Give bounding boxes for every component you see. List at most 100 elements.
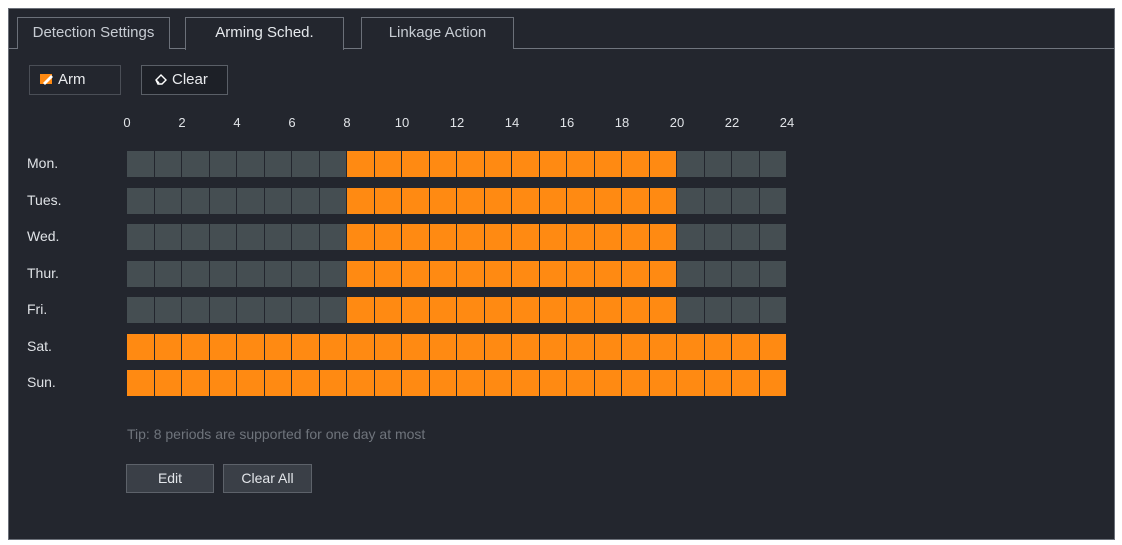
unarmed-hour-cell[interactable]	[237, 151, 264, 177]
clear-tool-button[interactable]: Clear	[141, 65, 228, 95]
unarmed-hour-cell[interactable]	[237, 297, 264, 323]
armed-hour-cell[interactable]	[759, 370, 786, 396]
armed-hour-cell[interactable]	[374, 151, 401, 177]
unarmed-hour-cell[interactable]	[759, 187, 786, 214]
arm-tool-button[interactable]: Arm	[29, 65, 121, 95]
armed-hour-cell[interactable]	[457, 224, 484, 250]
tab-linkage-action[interactable]: Linkage Action	[361, 17, 514, 49]
armed-hour-cell[interactable]	[402, 333, 429, 360]
armed-hour-cell[interactable]	[264, 333, 291, 360]
armed-hour-cell[interactable]	[347, 224, 374, 250]
unarmed-hour-cell[interactable]	[732, 224, 759, 250]
unarmed-hour-cell[interactable]	[127, 224, 154, 250]
unarmed-hour-cell[interactable]	[677, 260, 704, 287]
armed-hour-cell[interactable]	[402, 224, 429, 250]
armed-hour-cell[interactable]	[539, 151, 566, 177]
unarmed-hour-cell[interactable]	[264, 224, 291, 250]
armed-hour-cell[interactable]	[539, 260, 566, 287]
armed-hour-cell[interactable]	[457, 260, 484, 287]
armed-hour-cell[interactable]	[402, 187, 429, 214]
armed-hour-cell[interactable]	[182, 333, 209, 360]
armed-hour-cell[interactable]	[649, 333, 676, 360]
armed-hour-cell[interactable]	[374, 224, 401, 250]
unarmed-hour-cell[interactable]	[264, 297, 291, 323]
armed-hour-cell[interactable]	[484, 224, 511, 250]
unarmed-hour-cell[interactable]	[319, 260, 346, 287]
armed-hour-cell[interactable]	[732, 333, 759, 360]
unarmed-hour-cell[interactable]	[127, 187, 154, 214]
unarmed-hour-cell[interactable]	[759, 260, 786, 287]
armed-hour-cell[interactable]	[732, 370, 759, 396]
unarmed-hour-cell[interactable]	[209, 187, 236, 214]
armed-hour-cell[interactable]	[539, 333, 566, 360]
armed-hour-cell[interactable]	[292, 370, 319, 396]
armed-hour-cell[interactable]	[457, 151, 484, 177]
armed-hour-cell[interactable]	[622, 370, 649, 396]
armed-hour-cell[interactable]	[567, 260, 594, 287]
unarmed-hour-cell[interactable]	[127, 260, 154, 287]
armed-hour-cell[interactable]	[374, 370, 401, 396]
armed-hour-cell[interactable]	[622, 224, 649, 250]
armed-hour-cell[interactable]	[154, 333, 181, 360]
armed-hour-cell[interactable]	[622, 187, 649, 214]
armed-hour-cell[interactable]	[567, 187, 594, 214]
armed-hour-cell[interactable]	[402, 370, 429, 396]
armed-hour-cell[interactable]	[649, 297, 676, 323]
unarmed-hour-cell[interactable]	[677, 224, 704, 250]
unarmed-hour-cell[interactable]	[292, 260, 319, 287]
unarmed-hour-cell[interactable]	[759, 297, 786, 323]
armed-hour-cell[interactable]	[759, 333, 786, 360]
unarmed-hour-cell[interactable]	[154, 187, 181, 214]
unarmed-hour-cell[interactable]	[154, 224, 181, 250]
armed-hour-cell[interactable]	[594, 187, 621, 214]
unarmed-hour-cell[interactable]	[732, 297, 759, 323]
armed-hour-cell[interactable]	[374, 333, 401, 360]
armed-hour-cell[interactable]	[539, 370, 566, 396]
armed-hour-cell[interactable]	[237, 333, 264, 360]
unarmed-hour-cell[interactable]	[182, 224, 209, 250]
unarmed-hour-cell[interactable]	[154, 260, 181, 287]
unarmed-hour-cell[interactable]	[127, 151, 154, 177]
armed-hour-cell[interactable]	[649, 187, 676, 214]
armed-hour-cell[interactable]	[539, 297, 566, 323]
unarmed-hour-cell[interactable]	[677, 297, 704, 323]
armed-hour-cell[interactable]	[429, 297, 456, 323]
armed-hour-cell[interactable]	[484, 260, 511, 287]
unarmed-hour-cell[interactable]	[732, 187, 759, 214]
armed-hour-cell[interactable]	[622, 297, 649, 323]
armed-hour-cell[interactable]	[512, 297, 539, 323]
armed-hour-cell[interactable]	[539, 224, 566, 250]
unarmed-hour-cell[interactable]	[292, 224, 319, 250]
armed-hour-cell[interactable]	[264, 370, 291, 396]
armed-hour-cell[interactable]	[209, 333, 236, 360]
unarmed-hour-cell[interactable]	[319, 187, 346, 214]
unarmed-hour-cell[interactable]	[704, 187, 731, 214]
armed-hour-cell[interactable]	[374, 260, 401, 287]
armed-hour-cell[interactable]	[429, 187, 456, 214]
unarmed-hour-cell[interactable]	[127, 297, 154, 323]
armed-hour-cell[interactable]	[209, 370, 236, 396]
armed-hour-cell[interactable]	[677, 370, 704, 396]
armed-hour-cell[interactable]	[484, 151, 511, 177]
unarmed-hour-cell[interactable]	[237, 260, 264, 287]
armed-hour-cell[interactable]	[429, 151, 456, 177]
armed-hour-cell[interactable]	[622, 260, 649, 287]
unarmed-hour-cell[interactable]	[319, 297, 346, 323]
armed-hour-cell[interactable]	[567, 297, 594, 323]
armed-hour-cell[interactable]	[347, 297, 374, 323]
armed-hour-cell[interactable]	[319, 370, 346, 396]
armed-hour-cell[interactable]	[567, 224, 594, 250]
armed-hour-cell[interactable]	[182, 370, 209, 396]
unarmed-hour-cell[interactable]	[209, 260, 236, 287]
armed-hour-cell[interactable]	[429, 224, 456, 250]
armed-hour-cell[interactable]	[429, 370, 456, 396]
armed-hour-cell[interactable]	[594, 224, 621, 250]
unarmed-hour-cell[interactable]	[209, 297, 236, 323]
unarmed-hour-cell[interactable]	[759, 151, 786, 177]
armed-hour-cell[interactable]	[127, 370, 154, 396]
armed-hour-cell[interactable]	[704, 370, 731, 396]
armed-hour-cell[interactable]	[484, 333, 511, 360]
armed-hour-cell[interactable]	[292, 333, 319, 360]
unarmed-hour-cell[interactable]	[182, 297, 209, 323]
armed-hour-cell[interactable]	[594, 333, 621, 360]
